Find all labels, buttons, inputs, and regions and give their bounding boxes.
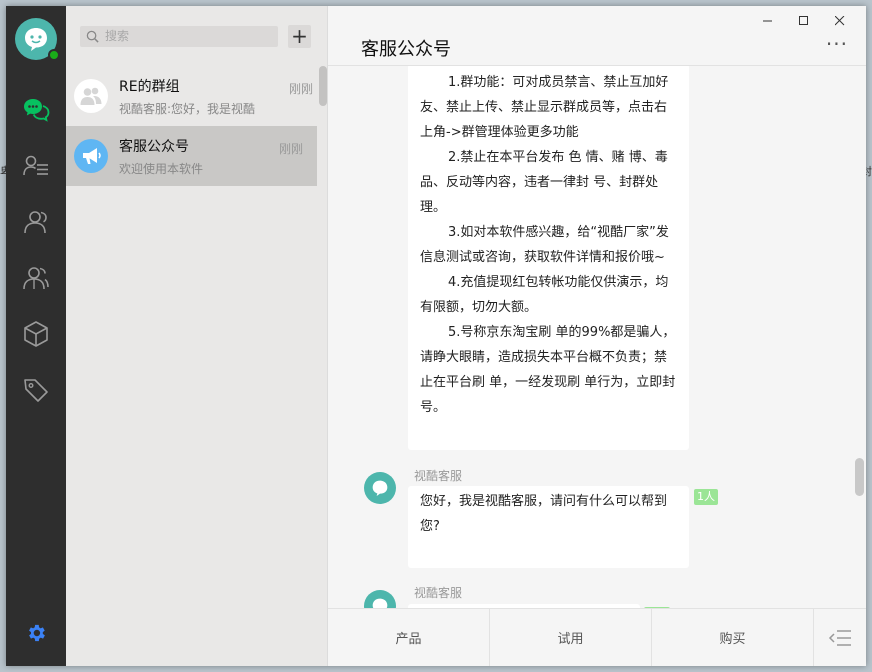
- settings-gear-icon[interactable]: [6, 618, 66, 648]
- nav-contacts-icon[interactable]: [6, 194, 66, 250]
- list-scrollbar[interactable]: [319, 66, 327, 106]
- nav-box-icon[interactable]: [6, 306, 66, 362]
- rules-item: 3.如对本软件感兴趣，给“视酷厂家”发信息测试或咨询，获取软件详情和报价哦~: [420, 225, 669, 265]
- nav-sidebar: [6, 6, 66, 666]
- conversation-item-active[interactable]: 客服公众号 欢迎使用本软件 刚刚: [66, 126, 317, 186]
- menu-tab-product[interactable]: 产品: [328, 609, 490, 666]
- conversation-time: 刚刚: [278, 142, 303, 156]
- message-text: 您好，我是视酷客服，请问有什么可以帮到您?: [420, 494, 668, 534]
- sender-avatar-icon[interactable]: [364, 590, 396, 608]
- nav-chat-icon[interactable]: [6, 82, 66, 138]
- rules-message-bubble: 1.群功能：可对成员禁言、禁止互加好友、禁止上传、禁止显示群成员等，点击右上角-…: [408, 66, 689, 450]
- megaphone-icon: [74, 139, 108, 173]
- rules-item: 1.群功能：可对成员禁言、禁止互加好友、禁止上传、禁止显示群成员等，点击右上角-…: [420, 75, 669, 140]
- conversation-time: 刚刚: [288, 82, 313, 96]
- menu-tab-trial[interactable]: 试用: [490, 609, 652, 666]
- nav-contacts-list-icon[interactable]: [6, 138, 66, 194]
- rules-item: 4.充值提现红包转帐功能仅供演示，均有限额，切勿大额。: [420, 275, 669, 315]
- add-button[interactable]: +: [288, 24, 311, 48]
- conversation-name: RE的群组: [119, 78, 180, 95]
- sender-name: 视酷客服: [414, 586, 463, 600]
- more-options-icon[interactable]: ···: [826, 32, 848, 56]
- conversation-preview: 欢迎使用本软件: [119, 161, 204, 176]
- chat-header: 客服公众号 ···: [328, 6, 866, 66]
- chat-title: 客服公众号: [361, 39, 451, 60]
- bottom-menu-bar: 产品 试用 购买: [328, 608, 866, 666]
- search-box[interactable]: [80, 25, 278, 47]
- conversation-item[interactable]: RE的群组 视酷客服:您好，我是视酷 刚刚: [66, 66, 327, 126]
- sender-avatar-icon[interactable]: [364, 472, 396, 504]
- read-count-badge: 1人: [694, 489, 718, 505]
- menu-tab-buy[interactable]: 购买: [652, 609, 814, 666]
- conversation-list-pane: + RE的群组 视酷客服:您好，我是视酷 刚刚: [66, 6, 328, 666]
- sender-name: 视酷客服: [414, 469, 463, 483]
- online-status-dot: [48, 49, 60, 61]
- chat-scrollbar[interactable]: [855, 458, 864, 496]
- message-bubble: 您好，我是视酷客服，请问有什么可以帮到您?: [408, 486, 689, 568]
- search-input[interactable]: [105, 29, 265, 43]
- rules-item: 2.禁止在本平台发布 色 情、赌 博、毒品、反动等内容，违者一律封 号、封群处理…: [420, 150, 668, 215]
- group-avatar-icon: [74, 79, 108, 113]
- user-avatar[interactable]: [15, 18, 60, 61]
- nav-groups-icon[interactable]: [6, 250, 66, 306]
- search-icon: [86, 30, 99, 43]
- nav-tag-icon[interactable]: [6, 362, 66, 418]
- message-area: 1.群功能：可对成员禁言、禁止互加好友、禁止上传、禁止显示群成员等，点击右上角-…: [328, 66, 866, 608]
- chat-pane: 客服公众号 ··· 1.群功能：可对成员禁言、禁止互加好友、禁止上传、禁止显示群…: [328, 6, 866, 666]
- conversation-preview: 视酷客服:您好，我是视酷: [119, 101, 256, 116]
- rules-item: 5.号称京东淘宝刷 单的99%都是骗人，请睁大眼睛，造成损失本平台概不负责；禁止…: [420, 325, 676, 415]
- keyboard-toggle-icon[interactable]: [828, 629, 852, 651]
- app-window: + RE的群组 视酷客服:您好，我是视酷 刚刚: [6, 6, 866, 666]
